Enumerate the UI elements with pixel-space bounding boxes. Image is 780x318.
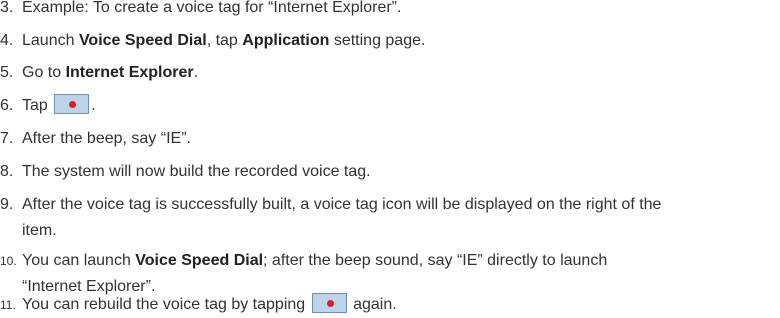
list-item-5: 5. Go to Internet Explorer. — [0, 60, 780, 86]
list-item-7: 7. After the beep, say “IE”. — [0, 126, 780, 152]
item-number: 10. — [0, 254, 17, 268]
item-text-continued: item. — [22, 222, 57, 239]
item-text: . — [193, 64, 199, 81]
record-button-icon — [54, 93, 90, 114]
item-text: The system will now build the recorded v… — [22, 163, 371, 180]
app-name-voice-speed-dial: Voice Speed Dial — [78, 32, 207, 49]
item-number: 11. — [0, 298, 16, 312]
item-text: Go to — [22, 64, 66, 81]
application-tab-name: Application — [242, 32, 330, 49]
item-number: 3. — [0, 0, 14, 16]
item-text: You can launch — [22, 252, 136, 269]
list-item-6: 6. Tap . — [0, 93, 780, 119]
list-item-11: 11. You can rebuild the voice tag by tapp… — [0, 292, 780, 318]
item-text: After the beep, say “IE”. — [22, 130, 191, 147]
item-text: ; after the beep sound, say “IE” directl… — [263, 252, 608, 269]
item-text: Tap — [22, 97, 53, 114]
item-text: , tap — [206, 32, 243, 49]
record-dot-icon — [69, 100, 77, 108]
item-text: Example: To create a voice tag for “Inte… — [22, 0, 402, 16]
item-number: 8. — [0, 163, 14, 180]
item-text: Launch — [22, 32, 79, 49]
instruction-list: 3. Example: To create a voice tag for “In… — [0, 0, 780, 313]
list-item-8: 8. The system will now build the recorded… — [0, 159, 780, 185]
list-item-3: 3. Example: To create a voice tag for “In… — [0, 0, 780, 21]
list-item-4: 4. Launch Voice Speed Dial, tap Applicati… — [0, 28, 780, 54]
list-item-9: 9. After the voice tag is successfully bu… — [0, 192, 780, 244]
internet-explorer-name: Internet Explorer — [65, 64, 194, 81]
item-number: 4. — [0, 32, 14, 49]
record-button-icon — [311, 292, 347, 313]
item-number: 7. — [0, 130, 14, 147]
record-dot-icon — [326, 299, 334, 307]
item-text: You can rebuild the voice tag by tapping — [22, 296, 310, 313]
item-text: again. — [348, 296, 397, 313]
item-text: After the voice tag is successfully buil… — [22, 196, 662, 213]
item-text: . — [91, 97, 96, 114]
item-number: 5. — [0, 64, 14, 81]
app-name-voice-speed-dial: Voice Speed Dial — [135, 252, 264, 269]
item-text: setting page. — [329, 32, 426, 49]
item-number: 6. — [0, 97, 14, 114]
item-number: 9. — [0, 196, 14, 213]
